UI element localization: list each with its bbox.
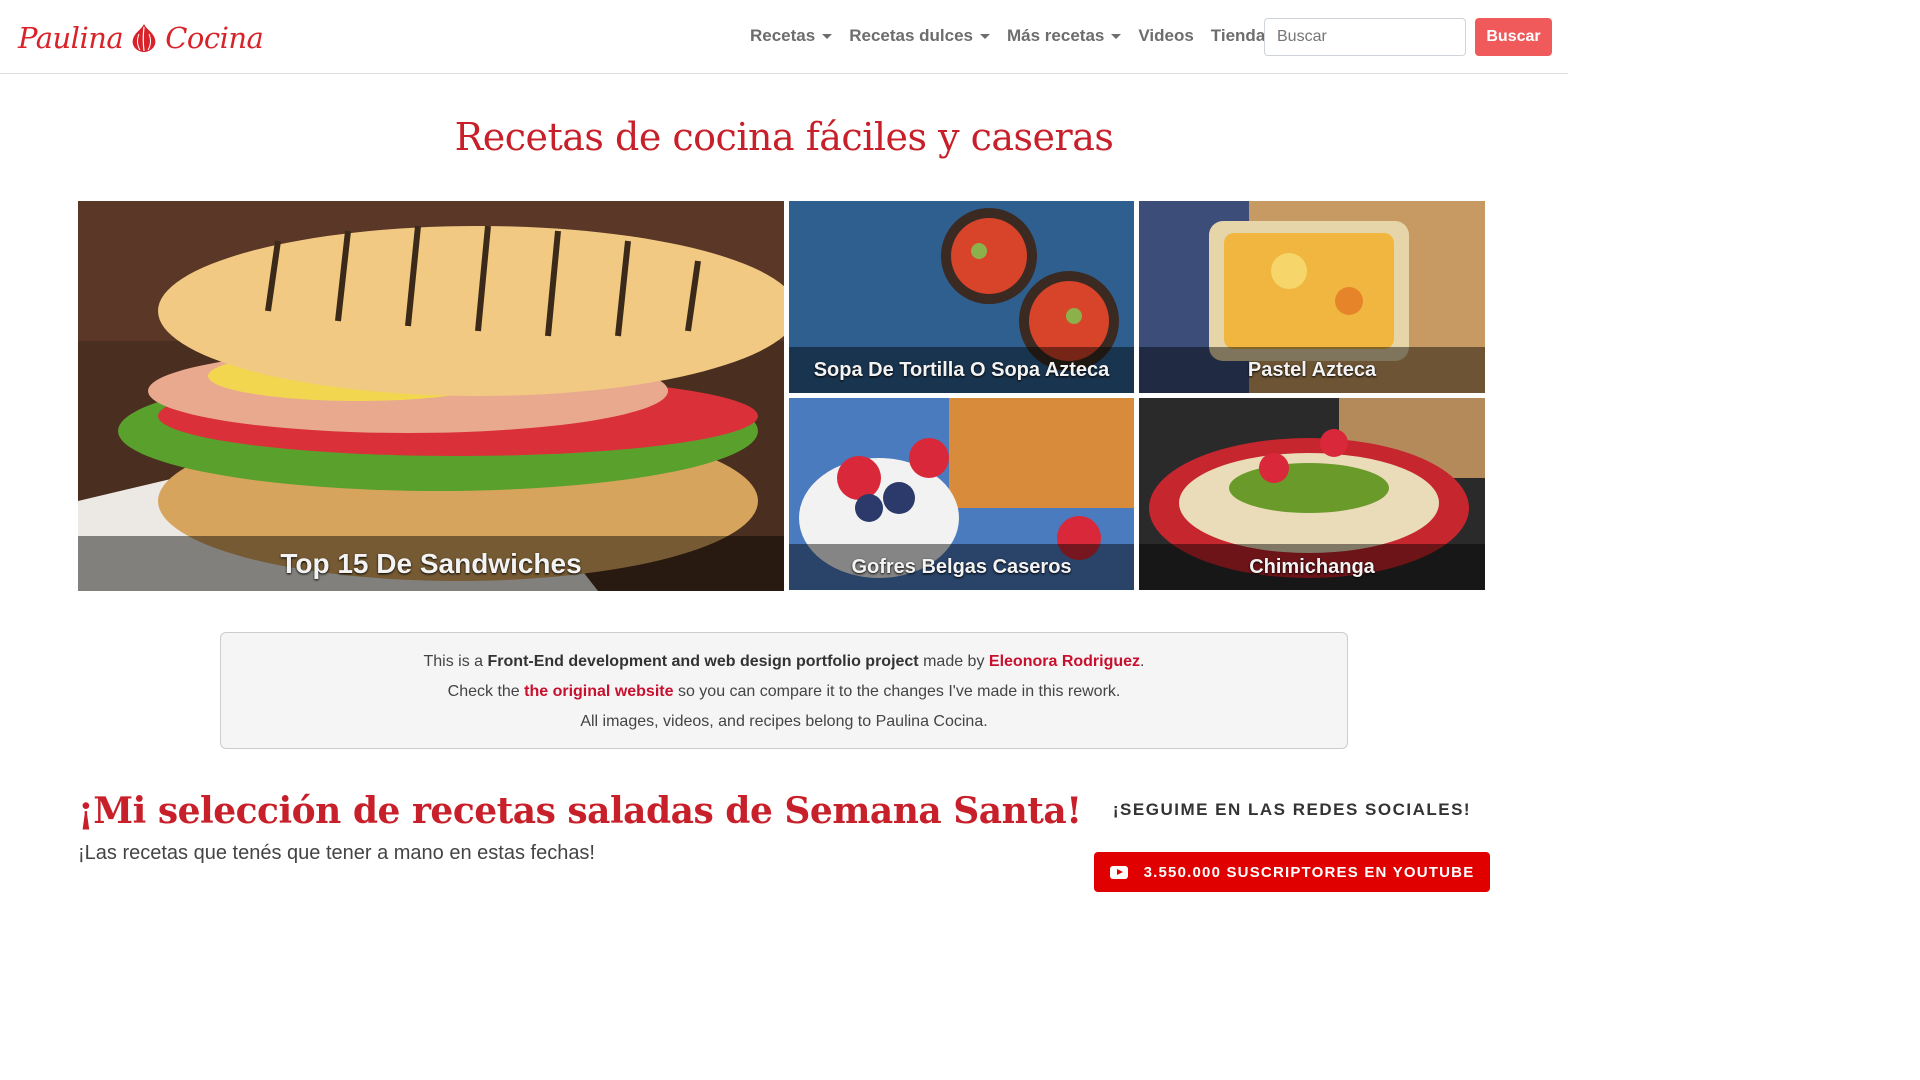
featured-tile-sandwiches[interactable]: Top 15 De Sandwiches — [78, 201, 784, 591]
nav-links: Recetas Recetas dulces Más recetas Video… — [750, 26, 1299, 46]
nav-item-label: Tienda — [1210, 26, 1266, 45]
tile-caption: Gofres Belgas Caseros — [789, 544, 1134, 590]
navbar: Paulina Cocina Recetas Recetas dulces Má… — [0, 0, 1568, 74]
info-text: . — [1140, 653, 1145, 670]
nav-item-label: Recetas — [750, 26, 816, 45]
info-bold-text: Front-End development and web design por… — [487, 653, 919, 670]
nav-item-recetas[interactable]: Recetas — [750, 26, 833, 46]
info-line-3: All images, videos, and recipes belong t… — [580, 713, 988, 730]
nav-item-videos[interactable]: Videos — [1138, 26, 1193, 46]
original-website-link[interactable]: the original website — [524, 683, 673, 700]
youtube-subscribe-button[interactable]: 3.550.000 SUSCRIPTORES EN YOUTUBE — [1094, 852, 1490, 892]
search-button[interactable]: Buscar — [1475, 18, 1552, 56]
nav-item-label: Recetas dulces — [849, 26, 974, 45]
youtube-label: 3.550.000 SUSCRIPTORES EN YOUTUBE — [1143, 863, 1475, 881]
info-line-2: Check the the original website so you ca… — [221, 677, 1347, 707]
sandwich-image — [78, 201, 784, 591]
page-title: Recetas de cocina fáciles y caseras — [454, 115, 1114, 159]
portfolio-info-box: This is a Front-End development and web … — [220, 632, 1348, 749]
garlic-icon — [132, 24, 156, 52]
info-text: This is a — [423, 653, 488, 670]
caret-down-icon — [822, 33, 833, 39]
social-title: ¡SEGUIME EN LAS REDES SOCIALES! — [1112, 800, 1472, 819]
featured-tile-sopa-tortilla[interactable]: Sopa De Tortilla O Sopa Azteca — [789, 201, 1134, 393]
logo-text-left: Paulina — [18, 21, 124, 55]
brand-logo[interactable]: Paulina Cocina — [18, 16, 264, 60]
nav-item-mas-recetas[interactable]: Más recetas — [1007, 26, 1122, 46]
info-text: Check the — [447, 683, 525, 700]
info-text: so you can compare it to the changes I'v… — [673, 683, 1121, 700]
author-link[interactable]: Eleonora Rodriguez — [989, 653, 1140, 670]
nav-item-label: Más recetas — [1007, 26, 1105, 45]
info-text: made by — [918, 653, 989, 670]
nav-item-label: Videos — [1138, 26, 1194, 45]
caret-down-icon — [980, 33, 991, 39]
tile-caption: Chimichanga — [1139, 544, 1485, 590]
section-subtitle: ¡Las recetas que tenés que tener a mano … — [78, 842, 595, 864]
featured-tile-gofres[interactable]: Gofres Belgas Caseros — [789, 398, 1134, 590]
featured-tile-chimichanga[interactable]: Chimichanga — [1139, 398, 1485, 590]
tile-caption: Pastel Azteca — [1139, 347, 1485, 393]
logo-text-right: Cocina — [165, 21, 264, 55]
info-line-1: This is a Front-End development and web … — [221, 647, 1347, 677]
section-title: ¡Mi selección de recetas saladas de Sema… — [78, 790, 1082, 832]
search-input[interactable] — [1264, 18, 1466, 56]
caret-down-icon — [1111, 33, 1122, 39]
youtube-icon — [1109, 865, 1128, 879]
tile-caption: Top 15 De Sandwiches — [78, 536, 784, 591]
featured-tile-pastel-azteca[interactable]: Pastel Azteca — [1139, 201, 1485, 393]
tile-caption: Sopa De Tortilla O Sopa Azteca — [789, 347, 1134, 393]
nav-item-recetas-dulces[interactable]: Recetas dulces — [849, 26, 991, 46]
